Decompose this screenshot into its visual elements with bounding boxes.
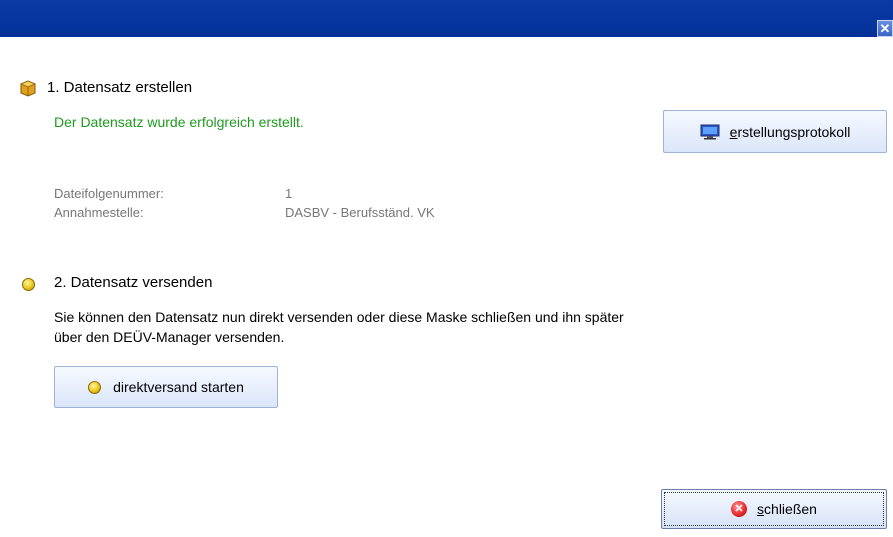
erstellungsprotokoll-label: erstellungsprotokoll [729, 123, 851, 140]
detail-label: Dateifolgenummer: [54, 186, 164, 201]
direktversand-label: direktversand starten [113, 379, 244, 395]
status-dot-icon [22, 278, 35, 291]
yellow-dot-icon [88, 380, 102, 394]
package-icon [20, 80, 36, 97]
monitor-icon [700, 124, 720, 139]
success-message: Der Datensatz wurde erfolgreich erstellt… [54, 114, 304, 130]
step2-info: Sie können den Datensatz nun direkt vers… [54, 309, 624, 345]
step2-title: 2. Datensatz versenden [54, 274, 213, 291]
window-close-icon[interactable]: ✕ [877, 20, 893, 37]
title-bar [0, 0, 893, 37]
step1-title: 1. Datensatz erstellen [47, 79, 193, 96]
detail-value: DASBV - Berufsständ. VK [285, 205, 435, 220]
schliessen-button[interactable]: ✕ schließen [661, 489, 887, 529]
detail-value: 1 [285, 186, 293, 201]
schliessen-label: schließen [757, 501, 817, 517]
direktversand-button[interactable]: direktversand starten [54, 366, 278, 408]
close-circle-icon: ✕ [731, 501, 748, 517]
erstellungsprotokoll-button[interactable]: erstellungsprotokoll [663, 110, 887, 153]
detail-label: Annahmestelle: [54, 205, 144, 220]
